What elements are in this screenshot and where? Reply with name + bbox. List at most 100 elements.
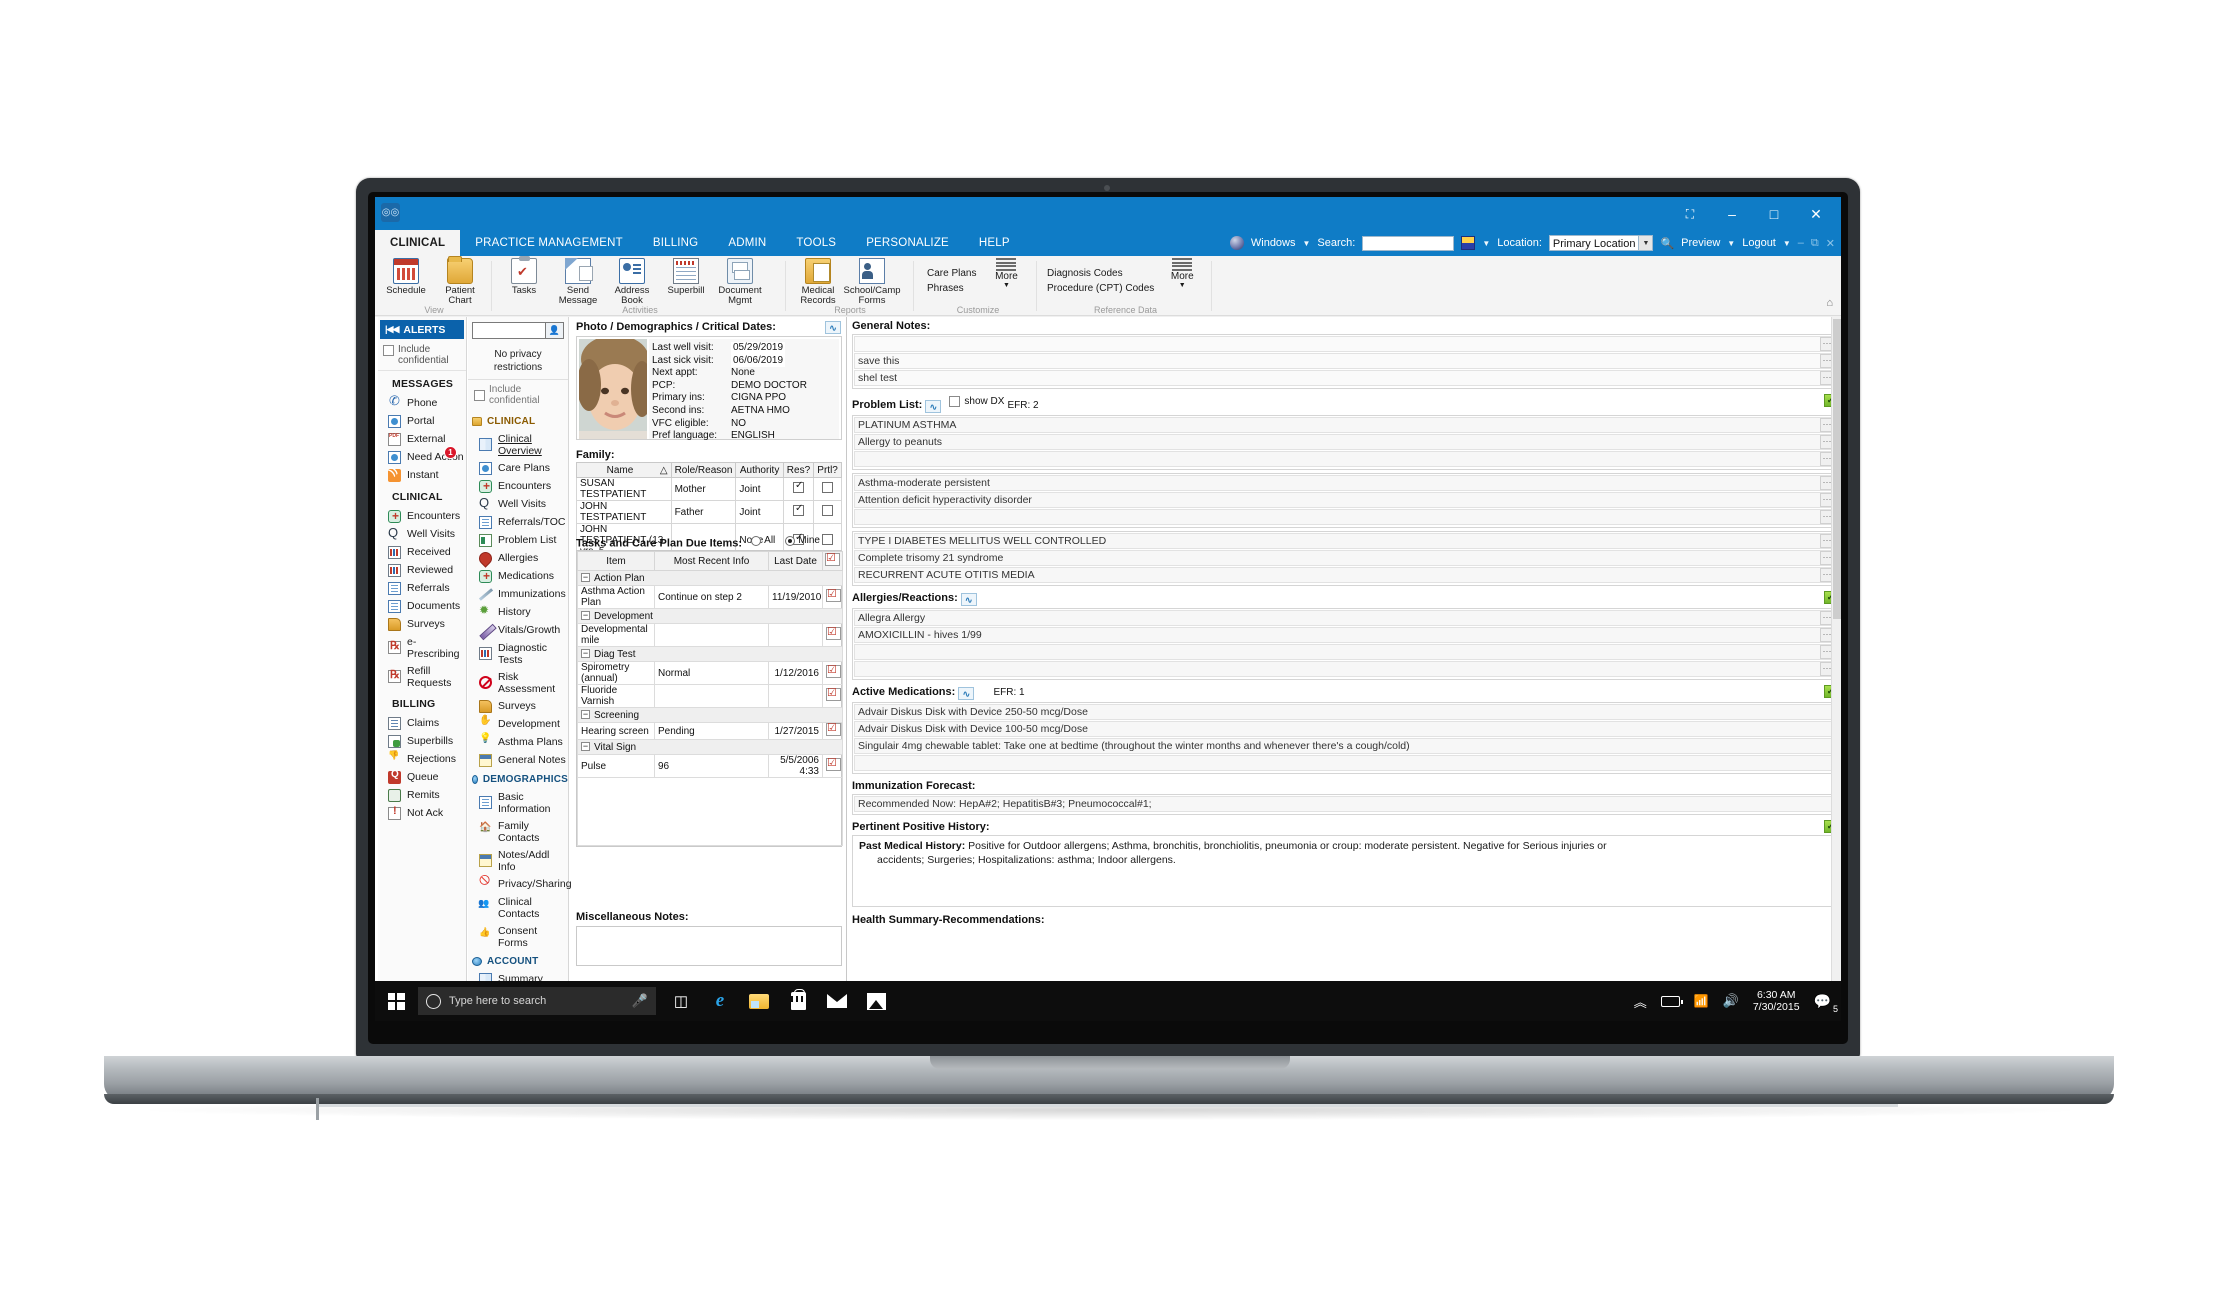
task-action-button[interactable] [822,661,843,685]
alerts-item-reviewed[interactable]: Reviewed [378,561,466,579]
ribbon-button-address-book[interactable]: Address Book [605,258,659,306]
search-input[interactable] [1362,235,1455,251]
nav-item-general-notes[interactable]: General Notes [468,751,568,769]
tasks-col-info[interactable]: Most Recent Info [654,551,769,571]
problem-row[interactable]: TYPE I DIABETES MELLITUS WELL CONTROLLED… [854,533,1835,549]
alerts-item-portal[interactable]: Portal [378,412,466,430]
alerts-item-superbills[interactable]: Superbills [378,732,466,750]
checkbox[interactable] [383,345,394,356]
alerts-item-e-prescribing[interactable]: e-Prescribing [378,633,466,662]
microsoft-store-icon[interactable] [787,989,809,1012]
ribbon-button-patient-chart[interactable]: Patient Chart [433,256,487,306]
nav-item-referrals-toc[interactable]: Referrals/TOC [468,513,568,531]
alerts-item-documents[interactable]: Documents [378,597,466,615]
medication-row[interactable] [854,755,1835,771]
ribbon-button-superbill[interactable]: Superbill [659,258,713,296]
nav-item-vitals-growth[interactable]: Vitals/Growth [468,621,568,639]
task-action-button[interactable] [822,684,843,708]
mu-icon[interactable]: ∿ [925,400,942,413]
preview-chevron-down-icon[interactable]: ▼ [1727,239,1735,248]
family-prtl-checkbox[interactable] [813,477,842,501]
inner-restore-button[interactable]: ⧉ [1811,237,1819,250]
action-center-icon[interactable]: 💬 5 [1814,993,1838,1014]
location-chevron-down-icon[interactable]: ▼ [1639,235,1654,251]
problem-row[interactable]: Complete trisomy 21 syndrome ⋯ [854,550,1835,566]
allergy-row[interactable]: AMOXICILLIN - hives 1/99 ⋯ [854,627,1835,643]
alerts-item-well-visits[interactable]: Well Visits [378,525,466,543]
radio[interactable] [751,535,762,546]
alerts-item-refill-requests[interactable]: Refill Requests [378,662,466,691]
task-action-button[interactable] [822,721,843,740]
nav-group-clinical[interactable]: CLINICAL [468,411,568,430]
nav-item-basic-information[interactable]: Basic Information [468,788,568,817]
photos-icon[interactable] [865,990,887,1012]
alerts-item-phone[interactable]: Phone [378,393,466,412]
logout-chevron-down-icon[interactable]: ▼ [1783,239,1791,248]
scrollbar-thumb[interactable] [1833,319,1841,619]
maximize-button[interactable]: □ [1753,197,1795,230]
nav-group-account[interactable]: ACCOUNT [468,951,568,970]
ribbon-link-phrases[interactable]: Phrases [927,283,976,294]
alerts-item-encounters[interactable]: Encounters [378,507,466,525]
ribbon-more-reference-data[interactable]: More ▼ [1162,258,1202,289]
tasks-row[interactable]: Fluoride Varnish [577,684,843,708]
tasks-row[interactable]: Pulse 96 5/5/2006 4:33 [577,754,843,778]
nav-item-medications[interactable]: Medications [468,567,568,585]
family-col-res[interactable]: Res? [782,462,815,478]
general-note-row[interactable]: save this ⋯ [854,353,1835,369]
nav-item-surveys[interactable]: Surveys [468,697,568,715]
menu-tab-billing[interactable]: BILLING [638,230,714,256]
show-dx-checkbox[interactable]: show DX [949,395,1004,407]
nav-item-problem-list[interactable]: Problem List [468,531,568,549]
task-action-button[interactable] [822,585,843,609]
collapse-nav-icon[interactable]: |◀◀ [385,324,399,335]
menu-tab-personalize[interactable]: PERSONALIZE [851,230,964,256]
nav-item-history[interactable]: History [468,603,568,621]
problem-row[interactable]: Allergy to peanuts ⋯ [854,434,1835,450]
windows-chevron-down-icon[interactable]: ▼ [1303,239,1311,248]
problem-row[interactable]: PLATINUM ASTHMA ⋯ [854,417,1835,433]
pertinent-history-box[interactable]: Past Medical History: Positive for Outdo… [852,835,1837,907]
nav-item-well-visits[interactable]: Well Visits [468,495,568,513]
family-prtl-checkbox[interactable] [813,500,842,524]
task-action-button[interactable] [822,623,843,647]
alerts-item-instant[interactable]: Instant [378,466,466,484]
alerts-item-external[interactable]: External [378,430,466,448]
close-button[interactable]: ✕ [1795,197,1837,230]
nav-item-risk-assessment[interactable]: Risk Assessment [468,668,568,697]
inner-minimize-button[interactable]: – [1798,237,1804,249]
tasks-filter-all[interactable]: All [751,535,775,546]
ribbon-button-document-mgmt[interactable]: Document Mgmt [713,258,767,306]
family-col-prtl[interactable]: Prtl? [813,462,842,478]
taskbar-search-box[interactable]: Type here to search 🎤 [418,987,656,1015]
nav-item-consent-forms[interactable]: Consent Forms [468,922,568,951]
medication-row[interactable]: Singulair 4mg chewable tablet: Take one … [854,738,1835,754]
search-chevron-down-icon[interactable]: ▼ [1482,239,1490,248]
nav-item-care-plans[interactable]: Care Plans [468,459,568,477]
alerts-header[interactable]: |◀◀ ALERTS [380,320,464,339]
task-action-button[interactable] [822,754,843,778]
tasks-group-row[interactable]: − Screening [577,707,843,723]
battery-icon[interactable] [1660,995,1683,1007]
menu-tab-tools[interactable]: TOOLS [781,230,851,256]
taskbar-clock[interactable]: 6:30 AM 7/30/2015 [1753,989,1800,1014]
checkbox[interactable] [949,396,961,407]
family-table-row[interactable]: JOHN TESTPATIENT Father Joint [576,500,842,524]
medication-row[interactable]: Advair Diskus Disk with Device 100-50 mc… [854,721,1835,737]
problem-row[interactable]: RECURRENT ACUTE OTITIS MEDIA ⋯ [854,567,1835,583]
tasks-row[interactable]: Spirometry (annual) Normal 1/12/2016 [577,661,843,685]
minimize-button[interactable]: – [1711,197,1753,230]
tasks-filter-mine[interactable]: Mine [785,535,820,546]
tasks-group-row[interactable]: − Vital Sign [577,739,843,755]
task-view-icon[interactable]: ◫ [670,990,692,1012]
mu-icon[interactable]: ∿ [960,593,977,606]
nav-include-confidential[interactable]: Include confidential [468,380,568,411]
nav-item-encounters[interactable]: Encounters [468,477,568,495]
patient-lookup-icon[interactable]: 👤 [546,322,564,339]
family-res-checkbox[interactable] [782,500,815,524]
nav-group-demographics[interactable]: DEMOGRAPHICS [468,769,568,788]
family-col-name[interactable]: Name △ [576,462,672,478]
nav-item-clinical-contacts[interactable]: Clinical Contacts [468,893,568,922]
ribbon-button-tasks[interactable]: Tasks [497,256,551,296]
family-col-authority[interactable]: Authority [735,462,784,478]
